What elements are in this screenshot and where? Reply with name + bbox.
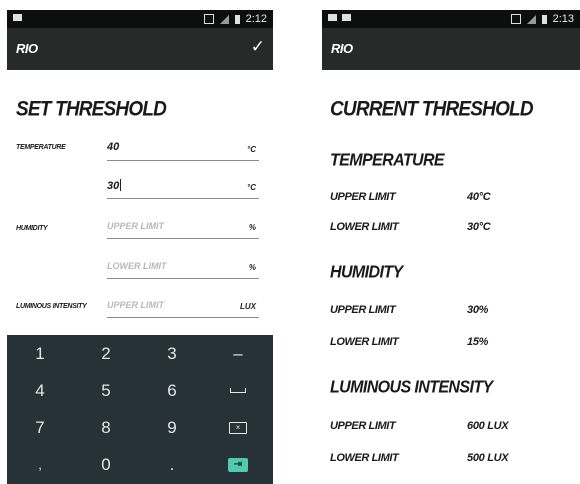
temperature-upper-label: UPPER LIMIT <box>330 191 396 203</box>
key-5[interactable]: 5 <box>73 372 139 409</box>
temperature-lower-input[interactable]: 30 °C <box>107 176 259 199</box>
checkmark-icon[interactable]: ✓ <box>251 37 265 57</box>
luminous-unit: LUX <box>240 302 256 311</box>
luminous-upper-input[interactable]: UPPER LIMIT LUX <box>107 295 259 318</box>
current-threshold-screen: 2:13 RIO CURRENT THRESHOLD TEMPERATURE U… <box>322 10 580 484</box>
key-3[interactable]: 3 <box>139 335 205 372</box>
nfc-icon <box>203 14 214 24</box>
notification-icon <box>342 14 351 21</box>
status-time: 2:13 <box>552 13 574 25</box>
humidity-lower-placeholder: LOWER LIMIT <box>107 261 167 271</box>
temperature-upper-input[interactable]: 40 °C <box>107 138 259 161</box>
luminous-upper-value: 600 LUX <box>467 420 509 432</box>
luminous-lower-value: 500 LUX <box>467 452 509 464</box>
humidity-lower-value: 15% <box>467 336 489 348</box>
text-cursor <box>120 179 122 191</box>
space-icon <box>230 388 246 393</box>
key-space[interactable] <box>205 372 271 409</box>
key-8[interactable]: 8 <box>73 409 139 446</box>
humidity-lower-label: LOWER LIMIT <box>330 336 399 348</box>
key-period[interactable]: . <box>139 446 205 483</box>
key-4[interactable]: 4 <box>7 372 73 409</box>
humidity-upper-placeholder: UPPER LIMIT <box>107 221 165 231</box>
temperature-lower-value: 30°C <box>467 221 491 233</box>
battery-icon <box>234 14 240 24</box>
humidity-unit: % <box>248 263 256 272</box>
temperature-unit: °C <box>247 183 256 192</box>
humidity-label: HUMIDITY <box>16 225 48 232</box>
set-threshold-screen: 2:12 RIO ✓ SET THRESHOLD TEMPERATURE 40 … <box>7 10 273 484</box>
temperature-lower-label: LOWER LIMIT <box>330 221 399 233</box>
key-next[interactable]: ⇥ <box>205 446 271 483</box>
notification-icon <box>13 14 22 21</box>
status-bar: 2:12 <box>7 10 273 28</box>
usb-icon <box>328 14 337 21</box>
humidity-upper-input[interactable]: UPPER LIMIT % <box>107 216 259 239</box>
app-toolbar: RIO <box>322 28 580 70</box>
humidity-upper-value: 30% <box>467 304 489 316</box>
page-title: CURRENT THRESHOLD <box>330 98 534 122</box>
battery-icon <box>541 14 547 24</box>
signal-icon <box>526 14 536 24</box>
page-title: SET THRESHOLD <box>16 98 167 122</box>
luminous-upper-placeholder: UPPER LIMIT <box>107 300 165 310</box>
key-7[interactable]: 7 <box>7 409 73 446</box>
signal-icon <box>219 14 229 24</box>
section-title-luminous-intensity: LUMINOUS INTENSITY <box>330 378 493 397</box>
luminous-upper-label: UPPER LIMIT <box>330 420 396 432</box>
app-title: RIO <box>331 41 353 56</box>
backspace-icon: × <box>229 421 247 434</box>
temperature-upper-value: 40°C <box>467 191 491 203</box>
numeric-keypad: 1 2 3 – 4 5 6 7 8 9 × , 0 . ⇥ <box>7 335 273 484</box>
key-6[interactable]: 6 <box>139 372 205 409</box>
temperature-upper-value: 40 <box>107 141 120 153</box>
key-minus[interactable]: – <box>205 335 271 372</box>
temperature-lower-value: 30 <box>107 180 120 192</box>
humidity-upper-label: UPPER LIMIT <box>330 304 396 316</box>
section-title-humidity: HUMIDITY <box>330 263 403 282</box>
status-time: 2:12 <box>245 13 267 25</box>
temperature-label: TEMPERATURE <box>16 144 66 151</box>
luminous-lower-label: LOWER LIMIT <box>330 452 399 464</box>
key-backspace[interactable]: × <box>205 409 271 446</box>
app-toolbar: RIO ✓ <box>7 28 273 70</box>
next-field-icon: ⇥ <box>228 457 248 472</box>
app-title: RIO <box>16 41 38 56</box>
key-0[interactable]: 0 <box>73 446 139 483</box>
key-comma[interactable]: , <box>7 446 73 483</box>
key-9[interactable]: 9 <box>139 409 205 446</box>
luminous-intensity-label: LUMINOUS INTENSITY <box>16 303 87 310</box>
humidity-lower-input[interactable]: LOWER LIMIT % <box>107 256 259 279</box>
nfc-icon <box>510 14 521 24</box>
key-2[interactable]: 2 <box>73 335 139 372</box>
humidity-unit: % <box>248 223 256 232</box>
status-bar: 2:13 <box>322 10 580 28</box>
key-1[interactable]: 1 <box>7 335 73 372</box>
temperature-unit: °C <box>247 145 256 154</box>
section-title-temperature: TEMPERATURE <box>330 151 445 170</box>
